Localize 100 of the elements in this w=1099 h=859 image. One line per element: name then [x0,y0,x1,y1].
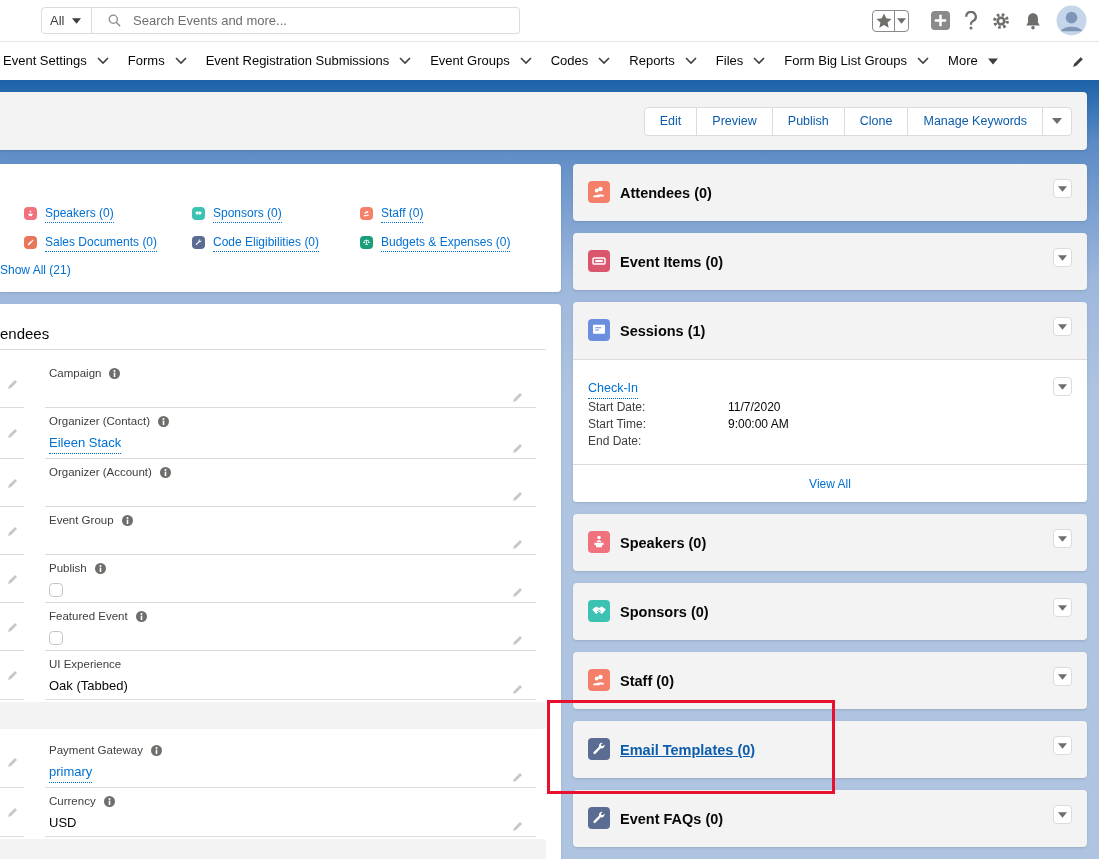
field-label: Payment Gateway [49,743,143,758]
caret-icon [1058,673,1067,680]
dropdown-button[interactable] [1053,248,1072,267]
info-icon[interactable] [150,745,162,757]
nav-tab[interactable]: Forms [127,51,187,71]
record-field-label: Start Time: [588,416,647,433]
nav-tab[interactable]: Form Big List Groups [784,51,930,71]
chevron-down-icon [399,57,412,65]
related-link[interactable]: Staff (0) [381,204,424,223]
caret-icon [1052,118,1062,124]
dropdown-button[interactable] [1053,529,1072,548]
record-link[interactable]: Check-In [588,379,639,399]
record-field-value: 11/7/2020 [728,399,781,416]
view-all-link[interactable]: View All [809,474,851,493]
search-icon [108,14,121,27]
checkbox[interactable] [49,630,63,645]
show-all-link[interactable]: Show All (21) [0,261,561,279]
field-label: Campaign [49,366,102,381]
related-link[interactable]: Speakers (0) [45,204,114,223]
search-field[interactable]: Search Events and more... [92,7,520,34]
checkbox[interactable] [49,582,63,597]
info-icon[interactable] [109,368,121,380]
related-link[interactable]: Sales Documents (0) [45,233,158,252]
field-label: Organizer (Contact) [49,414,150,429]
field-label: Featured Event [49,609,128,625]
record-field-label: End Date: [588,433,643,450]
dropdown-button[interactable] [1053,805,1072,824]
add-icon[interactable] [931,11,950,30]
scope-dropdown[interactable]: All [41,7,92,34]
caret-icon [1058,383,1067,390]
chevron-down-icon [96,57,109,65]
avatar-icon[interactable] [1056,5,1087,36]
field-label: Publish [49,561,87,577]
help-icon[interactable] [964,11,978,30]
info-icon[interactable] [158,416,169,428]
row-actions-button[interactable] [1053,377,1072,396]
caret-icon [1058,604,1067,611]
settings-icon[interactable] [992,11,1010,30]
related-list-title[interactable]: Sessions (1) [620,321,706,343]
info-icon[interactable] [121,515,133,527]
dropdown-button[interactable] [1053,317,1072,336]
nav-tab[interactable]: Event Settings [3,51,109,71]
field-label: Currency [49,794,96,810]
chevron-down-icon [684,57,697,65]
caret-icon [897,17,906,24]
field-link[interactable]: primary [49,762,93,783]
dropdown-button[interactable] [1053,598,1072,617]
related-link[interactable]: Budgets & Expenses (0) [381,233,511,252]
caret-icon [1058,535,1067,542]
dropdown-button[interactable] [1053,667,1072,686]
notifications-icon[interactable] [1024,11,1042,30]
caret-icon [72,17,82,24]
info-icon[interactable] [103,796,115,808]
related-list-title[interactable]: Email Templates (0) [620,740,756,762]
caret-icon [1058,811,1067,818]
action-button[interactable]: Preview [697,107,773,135]
caret-icon [1058,254,1067,261]
action-button[interactable]: Clone [844,107,909,135]
action-button[interactable]: Publish [772,107,845,135]
caret-icon [1058,185,1067,192]
favorites-button[interactable] [872,9,909,32]
record-field-value: 9:00:00 AM [728,416,789,433]
chevron-down-icon [598,57,611,65]
related-list-title[interactable]: Event FAQs (0) [620,809,724,831]
chevron-down-icon [519,57,532,65]
chevron-down-icon [753,57,766,65]
record-field-label: Start Date: [588,399,647,416]
dropdown-button[interactable] [1053,736,1072,755]
action-button[interactable]: Edit [644,107,698,135]
nav-tab[interactable]: Codes [550,51,611,71]
nav-tab[interactable]: Event Groups [430,51,532,71]
nav-tab[interactable]: More [948,51,998,71]
related-list-title[interactable]: Attendees (0) [620,183,712,205]
edit-nav-icon[interactable] [1072,54,1085,68]
nav-tab[interactable]: Reports [629,51,697,71]
field-value: USD [49,813,78,832]
action-button[interactable]: Manage Keywords [908,107,1043,135]
chevron-down-icon [174,57,187,65]
related-list-title[interactable]: Event Items (0) [620,252,724,274]
related-list-title[interactable]: Staff (0) [620,671,674,693]
chevron-down-icon [917,57,930,65]
related-list-title[interactable]: Speakers (0) [620,533,707,555]
caret-icon [1058,323,1067,330]
info-icon[interactable] [94,563,106,575]
section-title: endees [0,304,546,350]
caret-icon [1058,742,1067,749]
field-label: Organizer (Account) [49,465,152,481]
field-value: Oak (Tabbed) [49,676,129,695]
info-icon[interactable] [159,467,171,479]
related-link[interactable]: Sponsors (0) [213,204,282,223]
nav-tab[interactable]: Files [715,51,766,71]
caret-icon [987,57,998,65]
dropdown-button[interactable] [1053,179,1072,198]
nav-tab[interactable]: Event Registration Submissions [205,51,412,71]
field-label: UI Experience [49,657,122,673]
field-link[interactable]: Eileen Stack [49,433,122,454]
info-icon[interactable] [135,611,147,623]
field-label: Event Group [49,513,114,529]
related-list-title[interactable]: Sponsors (0) [620,602,709,624]
related-link[interactable]: Code Eligibilities (0) [213,233,320,252]
